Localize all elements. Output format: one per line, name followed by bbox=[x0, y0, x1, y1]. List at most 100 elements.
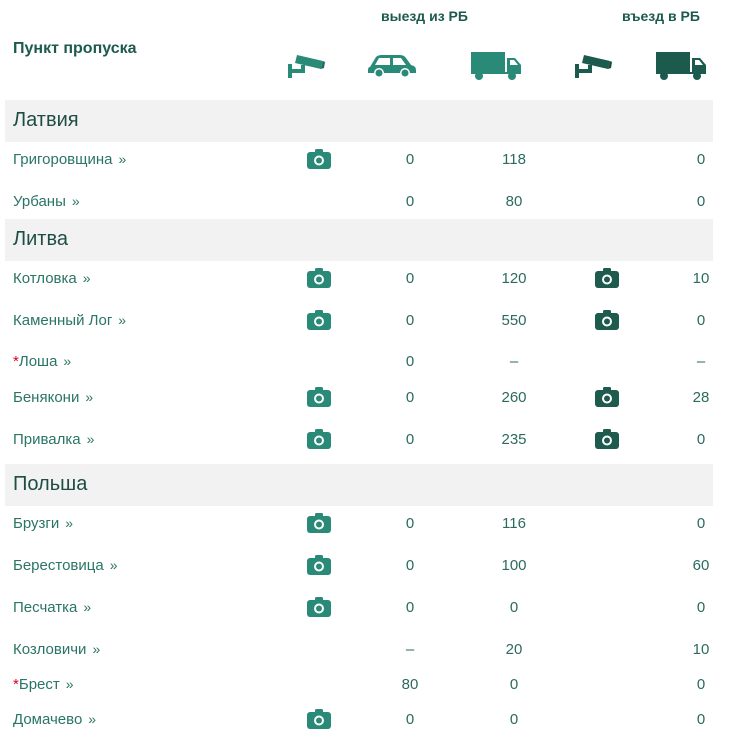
checkpoint-link[interactable]: Бенякони» bbox=[13, 389, 93, 406]
exit-camera-slot[interactable] bbox=[307, 149, 331, 169]
country-name: Латвия bbox=[13, 109, 79, 131]
truck-exit-value: 0 bbox=[509, 676, 519, 693]
entry-camera-slot[interactable] bbox=[595, 310, 619, 330]
checkpoint-link[interactable]: Урбаны» bbox=[13, 193, 80, 210]
checkpoint-row: Григоровщина» 0 118 0 bbox=[0, 149, 740, 171]
truck-exit-value: 550 bbox=[501, 312, 527, 329]
country-header-poland: Польша bbox=[5, 464, 713, 506]
photo-camera-icon bbox=[307, 513, 331, 533]
car-exit-value: 0 bbox=[405, 312, 415, 329]
double-chevron-right-icon: » bbox=[118, 151, 127, 167]
double-chevron-right-icon: » bbox=[85, 389, 94, 405]
entry-camera-slot[interactable] bbox=[595, 387, 619, 407]
double-chevron-right-icon: » bbox=[65, 515, 74, 531]
photo-camera-icon bbox=[307, 268, 331, 288]
checkpoint-row: Урбаны» 0 80 0 bbox=[0, 193, 740, 213]
double-chevron-right-icon: » bbox=[86, 431, 95, 447]
checkpoint-row: Козловичи» – 20 10 bbox=[0, 641, 740, 661]
checkpoint-column-header: Пункт пропуска bbox=[13, 40, 137, 57]
checkpoint-link[interactable]: *Брест» bbox=[13, 676, 74, 693]
exit-camera-slot[interactable] bbox=[307, 268, 331, 288]
checkpoint-row: Брузги» 0 116 0 bbox=[0, 513, 740, 535]
cctv-camera-icon bbox=[288, 55, 325, 78]
truck-exit-value: 20 bbox=[505, 641, 523, 658]
photo-camera-icon bbox=[595, 268, 619, 288]
truck-exit-value: 80 bbox=[505, 193, 523, 210]
checkpoint-link[interactable]: *Лоша» bbox=[13, 353, 71, 370]
cctv-camera-icon bbox=[575, 55, 612, 78]
checkpoint-row: Котловка» 0 120 10 bbox=[0, 268, 740, 290]
checkpoint-link[interactable]: Козловичи» bbox=[13, 641, 100, 658]
double-chevron-right-icon: » bbox=[82, 270, 91, 286]
truck-exit-value: 120 bbox=[501, 270, 527, 287]
checkpoint-link[interactable]: Привалка» bbox=[13, 431, 94, 448]
car-exit-value: 0 bbox=[405, 557, 415, 574]
photo-camera-icon bbox=[595, 429, 619, 449]
double-chevron-right-icon: » bbox=[83, 599, 92, 615]
truck-exit-value: 0 bbox=[509, 711, 519, 728]
truck-entry-value: 0 bbox=[696, 711, 706, 728]
car-exit-value: 0 bbox=[405, 431, 415, 448]
photo-camera-icon bbox=[307, 429, 331, 449]
entry-camera-slot[interactable] bbox=[595, 429, 619, 449]
checkpoint-row: Песчатка» 0 0 0 bbox=[0, 597, 740, 619]
country-header-latvia: Латвия bbox=[5, 100, 713, 142]
truck-entry-value: 0 bbox=[696, 193, 706, 210]
truck-entry-value: 0 bbox=[696, 515, 706, 532]
photo-camera-icon bbox=[595, 387, 619, 407]
checkpoint-row: Бенякони» 0 260 28 bbox=[0, 387, 740, 409]
truck-entry-value: 0 bbox=[696, 431, 706, 448]
entry-camera-slot[interactable] bbox=[595, 268, 619, 288]
checkpoint-link[interactable]: Берестовица» bbox=[13, 557, 118, 574]
car-exit-value: 0 bbox=[405, 353, 415, 370]
photo-camera-icon bbox=[307, 709, 331, 729]
exit-camera-slot[interactable] bbox=[307, 555, 331, 575]
double-chevron-right-icon: » bbox=[63, 353, 72, 369]
car-exit-value: 0 bbox=[405, 599, 415, 616]
truck-exit-value: – bbox=[509, 353, 519, 370]
checkpoint-link[interactable]: Котловка» bbox=[13, 270, 91, 287]
truck-entry-value: 10 bbox=[692, 270, 710, 287]
checkpoint-row: *Лоша» 0 – – bbox=[0, 353, 740, 373]
exit-camera-slot[interactable] bbox=[307, 429, 331, 449]
double-chevron-right-icon: » bbox=[118, 312, 127, 328]
truck-entry-value: 0 bbox=[696, 151, 706, 168]
country-name: Литва bbox=[13, 228, 68, 250]
checkpoint-row: *Брест» 80 0 0 bbox=[0, 676, 740, 696]
photo-camera-icon bbox=[595, 310, 619, 330]
truck-entry-value: 10 bbox=[692, 641, 710, 658]
double-chevron-right-icon: » bbox=[92, 641, 101, 657]
checkpoint-link[interactable]: Песчатка» bbox=[13, 599, 91, 616]
checkpoint-link[interactable]: Каменный Лог» bbox=[13, 312, 126, 329]
checkpoint-row: Домачево» 0 0 0 bbox=[0, 709, 740, 731]
truck-entry-value: 0 bbox=[696, 676, 706, 693]
exit-camera-slot[interactable] bbox=[307, 513, 331, 533]
car-exit-value: 0 bbox=[405, 389, 415, 406]
entry-column-header: въезд в РБ bbox=[622, 8, 700, 24]
exit-camera-slot[interactable] bbox=[307, 709, 331, 729]
car-exit-value: 0 bbox=[405, 515, 415, 532]
car-icon bbox=[368, 55, 416, 78]
truck-exit-value: 116 bbox=[502, 515, 526, 532]
checkpoint-row: Привалка» 0 235 0 bbox=[0, 429, 740, 451]
truck-icon bbox=[471, 52, 521, 80]
car-exit-value: 0 bbox=[405, 193, 415, 210]
truck-icon bbox=[656, 52, 706, 80]
checkpoint-link[interactable]: Домачево» bbox=[13, 711, 96, 728]
truck-exit-value: 100 bbox=[501, 557, 527, 574]
exit-camera-slot[interactable] bbox=[307, 310, 331, 330]
exit-camera-slot[interactable] bbox=[307, 597, 331, 617]
truck-exit-value: 0 bbox=[509, 599, 519, 616]
checkpoint-row: Каменный Лог» 0 550 0 bbox=[0, 310, 740, 332]
car-exit-value: 80 bbox=[401, 676, 419, 693]
exit-camera-slot[interactable] bbox=[307, 387, 331, 407]
truck-entry-value: 28 bbox=[692, 389, 710, 406]
truck-entry-value: – bbox=[696, 353, 706, 370]
truck-exit-value: 260 bbox=[501, 389, 527, 406]
photo-camera-icon bbox=[307, 149, 331, 169]
checkpoint-link[interactable]: Григоровщина» bbox=[13, 151, 126, 168]
car-exit-value: 0 bbox=[405, 270, 415, 287]
truck-entry-value: 0 bbox=[696, 599, 706, 616]
checkpoint-link[interactable]: Брузги» bbox=[13, 515, 73, 532]
double-chevron-right-icon: » bbox=[71, 193, 80, 209]
